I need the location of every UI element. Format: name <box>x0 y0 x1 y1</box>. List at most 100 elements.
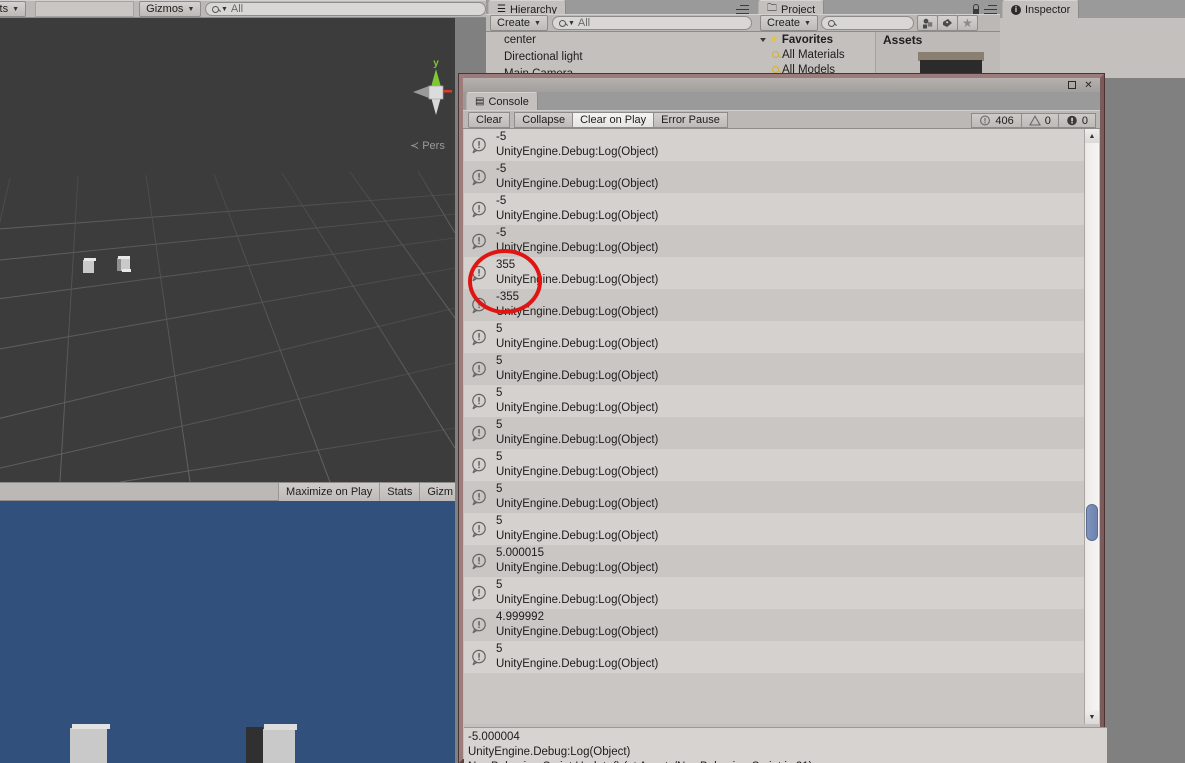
hierarchy-search-input[interactable]: ▼ All <box>551 16 752 30</box>
log-info-icon <box>470 361 489 378</box>
scene-cube-1[interactable] <box>83 258 96 273</box>
game-view[interactable] <box>0 501 455 763</box>
log-entry-row[interactable]: 5.000015 UnityEngine.Debug:Log(Object) <box>464 545 1092 577</box>
scene-toolbar-spacer <box>35 1 134 17</box>
collapse-label: Collapse <box>522 113 566 126</box>
info-count: 406 <box>995 114 1014 127</box>
chevron-down-icon: ▼ <box>804 19 811 27</box>
warning-counter[interactable]: 0 <box>1021 113 1059 128</box>
error-pause-toggle[interactable]: Error Pause <box>653 111 728 128</box>
log-entry-row[interactable]: 4.999992 UnityEngine.Debug:Log(Object) <box>464 609 1092 641</box>
project-create-button[interactable]: Create ▼ <box>760 15 818 31</box>
filter-by-label-icon[interactable] <box>936 15 958 31</box>
error-counter[interactable]: 0 <box>1058 113 1096 128</box>
stats-button[interactable]: Stats <box>379 482 420 501</box>
close-icon[interactable]: ✕ <box>1083 80 1094 91</box>
project-favorites-row[interactable]: ★ Favorites <box>756 32 874 47</box>
scene-orientation-gizmo[interactable]: y <box>405 53 455 128</box>
maximize-on-play-button[interactable]: Maximize on Play <box>278 482 380 501</box>
console-scrollbar[interactable]: ▲ ▼ <box>1084 129 1099 724</box>
log-entry-text: 5 UnityEngine.Debug:Log(Object) <box>496 354 658 384</box>
log-entry-row[interactable]: 5 UnityEngine.Debug:Log(Object) <box>464 449 1092 481</box>
log-entry-trace: UnityEngine.Debug:Log(Object) <box>496 338 659 350</box>
clear-on-play-toggle[interactable]: Clear on Play <box>572 111 655 128</box>
log-entry-row[interactable]: 5 UnityEngine.Debug:Log(Object) <box>464 321 1092 353</box>
log-entry-trace: UnityEngine.Debug:Log(Object) <box>496 178 659 190</box>
log-entry-row[interactable]: -5 UnityEngine.Debug:Log(Object) <box>464 225 1092 257</box>
log-info-icon <box>470 233 489 250</box>
hierarchy-menu-icon[interactable] <box>736 5 749 14</box>
project-browser: ★ Favorites All Materials All Models Ass… <box>756 32 1000 78</box>
log-entry-message: 5 <box>496 483 503 495</box>
console-log-list[interactable]: -5 UnityEngine.Debug:Log(Object) -5 UnityEn… <box>464 129 1092 724</box>
log-entry-row[interactable]: 355 UnityEngine.Debug:Log(Object) <box>464 257 1092 289</box>
chevron-left-icon: ≺ <box>410 140 420 152</box>
game-view-toolbar: Maximize on Play Stats Gizm <box>0 482 455 501</box>
log-entry-row[interactable]: -5 UnityEngine.Debug:Log(Object) <box>464 129 1092 161</box>
log-entry-row[interactable]: 5 UnityEngine.Debug:Log(Object) <box>464 513 1092 545</box>
inspector-panel: i Inspector <box>1000 0 1185 78</box>
log-entry-row[interactable]: 5 UnityEngine.Debug:Log(Object) <box>464 417 1092 449</box>
maximize-icon[interactable] <box>1068 81 1076 89</box>
detail-message: -5.000004 <box>468 731 520 743</box>
log-entry-message: -5 <box>496 163 507 175</box>
lock-icon[interactable] <box>972 4 980 14</box>
log-entry-row[interactable]: 5 UnityEngine.Debug:Log(Object) <box>464 353 1092 385</box>
error-icon <box>1067 115 1077 125</box>
log-entry-row[interactable]: -5 UnityEngine.Debug:Log(Object) <box>464 161 1092 193</box>
log-info-icon <box>470 521 489 538</box>
hierarchy-item-directional-light[interactable]: Directional light <box>486 49 756 66</box>
console-detail-panel[interactable]: -5.000004 UnityEngine.Debug:Log(Object) … <box>464 727 1107 763</box>
log-entry-trace: UnityEngine.Debug:Log(Object) <box>496 210 659 222</box>
hierarchy-create-button[interactable]: Create ▼ <box>490 15 548 31</box>
filter-favorites-icon[interactable]: ★ <box>956 15 978 31</box>
log-info-icon <box>470 201 489 218</box>
info-counter[interactable]: 406 <box>971 113 1022 128</box>
tab-inspector[interactable]: i Inspector <box>1002 0 1080 18</box>
scrollbar-thumb[interactable] <box>1086 504 1098 541</box>
scene-perspective-label[interactable]: ≺ Pers <box>410 139 445 153</box>
star-icon: ★ <box>769 33 779 45</box>
log-entry-text: -355 UnityEngine.Debug:Log(Object) <box>496 290 658 320</box>
project-assets-label: Assets <box>883 32 923 47</box>
log-entry-row[interactable]: -355 UnityEngine.Debug:Log(Object) <box>464 289 1092 321</box>
tab-console[interactable]: ▤ Console <box>466 92 538 110</box>
project-search-input[interactable] <box>820 16 914 30</box>
log-entry-row[interactable]: 5 UnityEngine.Debug:Log(Object) <box>464 641 1092 673</box>
clear-button[interactable]: Clear <box>468 111 511 128</box>
hierarchy-list[interactable]: center Directional light Main Camera <box>486 32 756 78</box>
project-menu-icon[interactable] <box>984 5 997 14</box>
console-titlebar[interactable]: ✕ <box>463 78 1100 92</box>
log-entry-message: 5 <box>496 643 503 655</box>
project-tree[interactable]: ★ Favorites All Materials All Models <box>756 32 874 78</box>
log-info-icon <box>470 425 489 442</box>
scene-cube-2[interactable] <box>117 256 131 273</box>
log-info-icon <box>470 585 489 602</box>
gizmos-dropdown[interactable]: Gizmos ▼ <box>139 1 202 17</box>
hierarchy-panel: ☰ Hierarchy Create ▼ ▼ All center Direct… <box>486 0 756 78</box>
log-entry-row[interactable]: -5 UnityEngine.Debug:Log(Object) <box>464 193 1092 225</box>
log-entry-row[interactable]: 5 UnityEngine.Debug:Log(Object) <box>464 385 1092 417</box>
log-entry-message: -5 <box>496 195 507 207</box>
scene-view[interactable]: y ≺ Pers <box>0 18 455 482</box>
scene-objects-dropdown[interactable]: ects ▼ <box>0 1 27 17</box>
log-entry-row[interactable]: 5 UnityEngine.Debug:Log(Object) <box>464 577 1092 609</box>
scroll-up-arrow[interactable]: ▲ <box>1085 129 1099 143</box>
log-entry-text: 5 UnityEngine.Debug:Log(Object) <box>496 322 658 352</box>
hierarchy-item-center[interactable]: center <box>486 32 756 49</box>
scroll-down-arrow[interactable]: ▼ <box>1085 710 1099 724</box>
project-assets-pane[interactable]: Assets <box>875 32 1000 78</box>
game-gizmos-button[interactable]: Gizm <box>419 482 455 501</box>
console-window[interactable]: ✕ ▤ Console Clear Collapse Clear on Play… <box>459 74 1107 763</box>
info-icon: i <box>1011 4 1021 15</box>
collapse-toggle[interactable]: Collapse <box>514 111 574 128</box>
scene-search-input[interactable]: ▼ All <box>204 2 486 16</box>
log-entry-row[interactable]: 5 UnityEngine.Debug:Log(Object) <box>464 481 1092 513</box>
log-entry-message: 5 <box>496 515 503 527</box>
filter-by-type-icon[interactable] <box>916 15 938 31</box>
clear-label: Clear <box>476 113 503 126</box>
project-favorites-label: Favorites <box>781 33 834 46</box>
log-entry-text: 5 UnityEngine.Debug:Log(Object) <box>496 418 658 448</box>
log-info-icon <box>470 553 489 570</box>
project-all-materials-row[interactable]: All Materials <box>756 47 874 62</box>
